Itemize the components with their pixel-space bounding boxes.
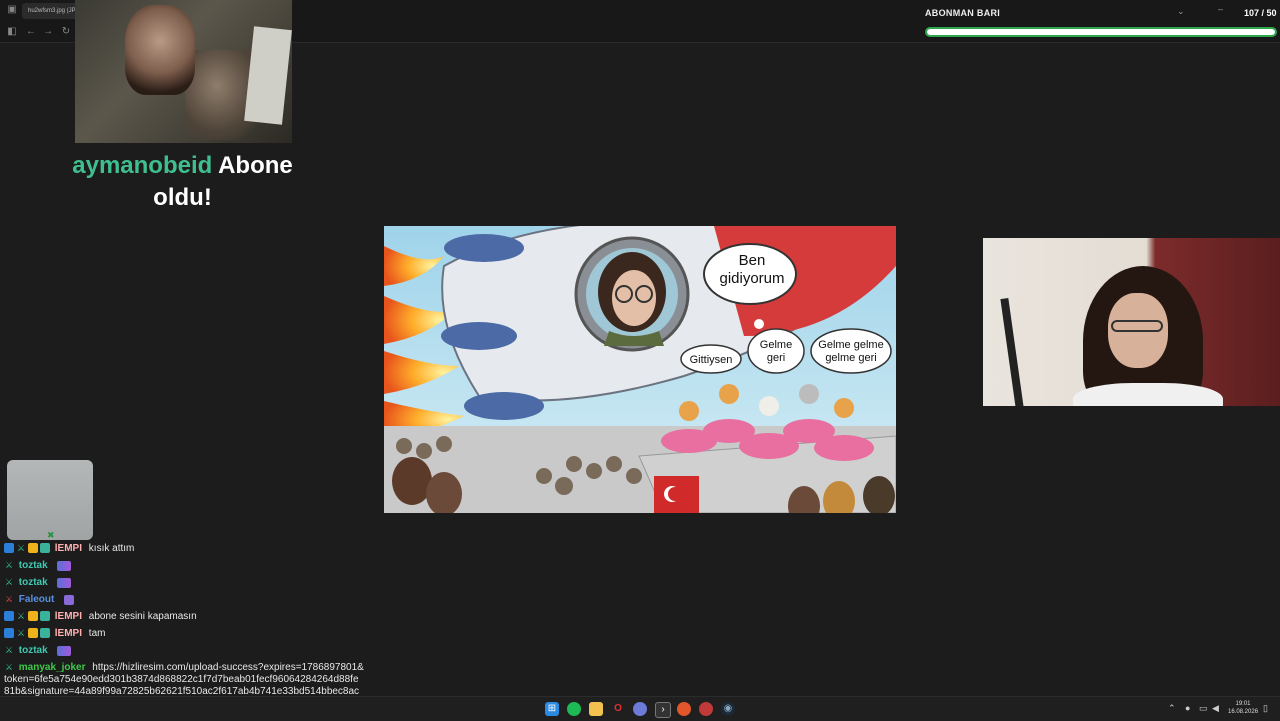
crown-icon: [28, 628, 38, 639]
sword-icon: ⚔: [4, 560, 14, 571]
network-icon[interactable]: ▭: [1199, 703, 1208, 714]
volume-icon[interactable]: ◀: [1212, 703, 1219, 714]
windows-icon[interactable]: ⊞: [545, 702, 559, 716]
chat-username[interactable]: toztak: [19, 577, 48, 588]
chat-message: ⚔ Faleout: [4, 593, 364, 610]
sub-badge-icon: [40, 611, 50, 622]
arrow-left-icon[interactable]: ←: [25, 26, 37, 38]
chat-username[interactable]: lEMPI: [55, 543, 82, 554]
clock-date: 16.08.2026: [1228, 709, 1259, 715]
badge-icon: [4, 611, 14, 622]
chat-username[interactable]: lEMPI: [55, 628, 82, 639]
subscription-alert: aymanobeid Abone oldu!: [50, 150, 315, 214]
chat-username[interactable]: manyak_joker: [19, 662, 86, 673]
badge-icon: [4, 543, 14, 554]
opera-icon[interactable]: O: [611, 702, 625, 716]
speech-bubble-text: gelme geri: [825, 352, 876, 364]
sword-icon: ⚔: [16, 543, 26, 554]
chat-text: abone sesini kapamasın: [88, 611, 197, 623]
taskbar: ⊞ O › ◉ ⌃ ● ▭ ◀ 19:01 16.08.2026 ▯: [0, 696, 1280, 721]
chat-panel: ⚔ lEMPI kısık attım ⚔ toztak ⚔ toztak ⚔ …: [4, 542, 364, 661]
sword-icon: ⚔: [4, 662, 14, 673]
speech-bubble-text: Ben: [739, 252, 766, 269]
mic-icon[interactable]: ●: [1185, 703, 1190, 713]
sword-icon: ⚔: [16, 611, 26, 622]
badge-icon: [4, 628, 14, 639]
sub-badge-icon: [40, 543, 50, 554]
speech-bubble-text: Gittiysen: [690, 354, 733, 366]
system-clock[interactable]: 19:01 16.08.2026: [1228, 700, 1258, 716]
sub-badge-icon: [40, 628, 50, 639]
speech-bubble-text: gidiyorum: [719, 270, 784, 287]
chat-message: ⚔ toztak: [4, 576, 364, 593]
sidebar-icon[interactable]: ◧: [6, 26, 18, 38]
video-overlay: [75, 0, 292, 143]
alert-username: aymanobeid: [72, 152, 213, 179]
check-icon: ✖: [47, 530, 55, 540]
streamer-webcam: [983, 238, 1280, 406]
notification-icon[interactable]: ▯: [1263, 703, 1268, 714]
overlay-widget: ✖: [7, 460, 93, 540]
chevron-up-icon[interactable]: ⌃: [1168, 703, 1176, 714]
chat-message: ⚔ lEMPI kısık attım: [4, 542, 364, 559]
sword-icon: ⚔: [4, 594, 14, 605]
emote-icon: [57, 645, 72, 656]
chat-username[interactable]: Faleout: [19, 594, 55, 605]
chat-username[interactable]: lEMPI: [55, 611, 82, 622]
sub-progress-bar: [925, 27, 1277, 37]
shared-image: Ben gidiyorum Gittiysen Gelme geri Gelme…: [384, 226, 896, 513]
folder-icon[interactable]: [589, 702, 603, 716]
chat-message: ⚔ toztak: [4, 559, 364, 576]
reload-icon[interactable]: ↻: [60, 26, 72, 38]
speech-bubble-text: geri: [767, 352, 785, 364]
chat-message: ⚔ lEMPI abone sesini kapamasın: [4, 610, 364, 627]
steam-icon[interactable]: ◉: [721, 702, 735, 716]
chat-text: tam: [88, 628, 106, 640]
app-icon[interactable]: [699, 702, 713, 716]
speech-bubble-text: Gelme: [760, 339, 792, 351]
speech-bubble-text: Gelme gelme: [818, 339, 883, 351]
chat-text: kısık attım: [88, 543, 135, 555]
emote-icon: [57, 560, 72, 571]
arrow-right-icon[interactable]: →: [42, 26, 54, 38]
minimize-icon[interactable]: –: [1218, 4, 1223, 14]
emote-icon: [64, 594, 75, 605]
sword-icon: ⚔: [4, 645, 14, 656]
chat-message: ⚔ lEMPI tam: [4, 627, 364, 644]
crown-icon: [28, 543, 38, 554]
firefox-icon[interactable]: [677, 702, 691, 716]
chevron-down-icon[interactable]: ⌄: [1177, 6, 1185, 17]
sword-icon: ⚔: [16, 628, 26, 639]
discord-icon[interactable]: [633, 702, 647, 716]
spotify-icon[interactable]: [567, 702, 581, 716]
emote-icon: [57, 577, 72, 588]
chat-username[interactable]: toztak: [19, 645, 48, 656]
sword-icon: ⚔: [4, 577, 14, 588]
tab-list-icon[interactable]: ▣: [6, 4, 18, 16]
terminal-icon[interactable]: ›: [655, 702, 671, 718]
sub-progress-fill: [927, 29, 1275, 35]
chat-username[interactable]: toztak: [19, 560, 48, 571]
sub-bar-count: 107 / 50: [1244, 8, 1277, 18]
clock-time: 19:01: [1235, 701, 1251, 707]
crown-icon: [28, 611, 38, 622]
chat-message: ⚔ toztak: [4, 644, 364, 661]
sub-bar-title: ABONMAN BARI: [925, 8, 1001, 18]
